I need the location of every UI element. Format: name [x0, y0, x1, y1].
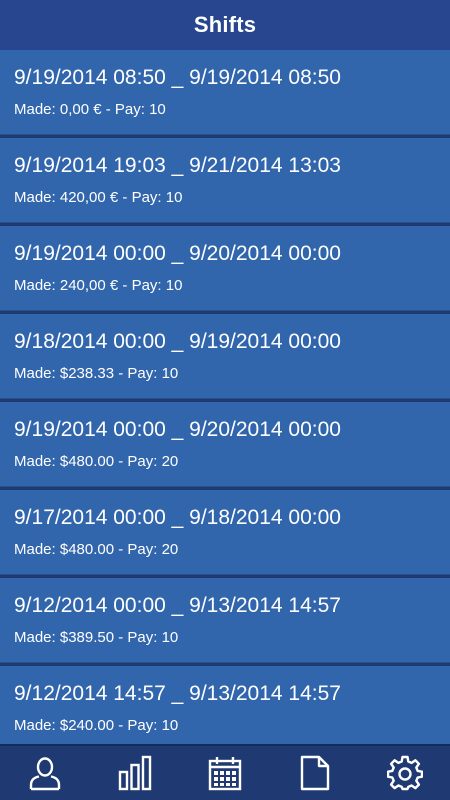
page-title: Shifts: [193, 12, 257, 37]
shift-list[interactable]: 9/19/2014 08:50 _ 9/19/2014 08:50 Made: …: [0, 50, 450, 744]
shift-earnings: Made: $480.00 - Pay: 20: [14, 541, 179, 558]
shift-date-range: 9/12/2014 00:00 _ 9/13/2014 14:57: [14, 594, 341, 617]
tab-statistics[interactable]: [105, 748, 165, 798]
shift-earnings: Made: $389.50 - Pay: 10: [14, 629, 179, 646]
shift-earnings: Made: 0,00 € - Pay: 10: [14, 101, 166, 118]
person-icon: [29, 757, 61, 791]
shift-earnings: Made: $238.33 - Pay: 10: [14, 365, 179, 382]
shift-row[interactable]: 9/17/2014 00:00 _ 9/18/2014 00:00 Made: …: [0, 490, 450, 575]
shift-row[interactable]: 9/19/2014 19:03 _ 9/21/2014 13:03 Made: …: [0, 138, 450, 223]
shift-date-range: 9/17/2014 00:00 _ 9/18/2014 00:00: [14, 506, 341, 529]
bar-chart-icon: [118, 755, 152, 791]
tab-settings[interactable]: [375, 748, 435, 798]
shift-row[interactable]: 9/12/2014 14:57 _ 9/13/2014 14:57 Made: …: [0, 666, 450, 744]
shift-earnings: Made: 240,00 € - Pay: 10: [14, 277, 183, 294]
tab-calendar[interactable]: [195, 748, 255, 798]
shift-earnings: Made: $240.00 - Pay: 10: [14, 717, 179, 734]
shift-date-range: 9/19/2014 19:03 _ 9/21/2014 13:03: [14, 154, 341, 177]
app-header: Shifts: [0, 0, 450, 50]
shift-date-range: 9/18/2014 00:00 _ 9/19/2014 00:00: [14, 330, 341, 353]
shift-date-range: 9/19/2014 08:50 _ 9/19/2014 08:50: [14, 66, 341, 89]
shift-date-range: 9/19/2014 00:00 _ 9/20/2014 00:00: [14, 242, 341, 265]
shift-date-range: 9/19/2014 00:00 _ 9/20/2014 00:00: [14, 418, 341, 441]
shift-row[interactable]: 9/19/2014 00:00 _ 9/20/2014 00:00 Made: …: [0, 402, 450, 487]
calendar-icon: [208, 757, 242, 791]
tab-profile[interactable]: [15, 748, 75, 798]
shift-row[interactable]: 9/12/2014 00:00 _ 9/13/2014 14:57 Made: …: [0, 578, 450, 663]
shift-row[interactable]: 9/19/2014 08:50 _ 9/19/2014 08:50 Made: …: [0, 50, 450, 135]
gear-icon: [387, 755, 423, 791]
document-icon: [300, 755, 330, 791]
shift-earnings: Made: $480.00 - Pay: 20: [14, 453, 179, 470]
tab-documents[interactable]: [285, 748, 345, 798]
bottom-tab-bar: [0, 744, 450, 800]
shift-row[interactable]: 9/18/2014 00:00 _ 9/19/2014 00:00 Made: …: [0, 314, 450, 399]
shift-date-range: 9/12/2014 14:57 _ 9/13/2014 14:57: [14, 682, 341, 705]
shift-row[interactable]: 9/19/2014 00:00 _ 9/20/2014 00:00 Made: …: [0, 226, 450, 311]
shift-earnings: Made: 420,00 € - Pay: 10: [14, 189, 183, 206]
